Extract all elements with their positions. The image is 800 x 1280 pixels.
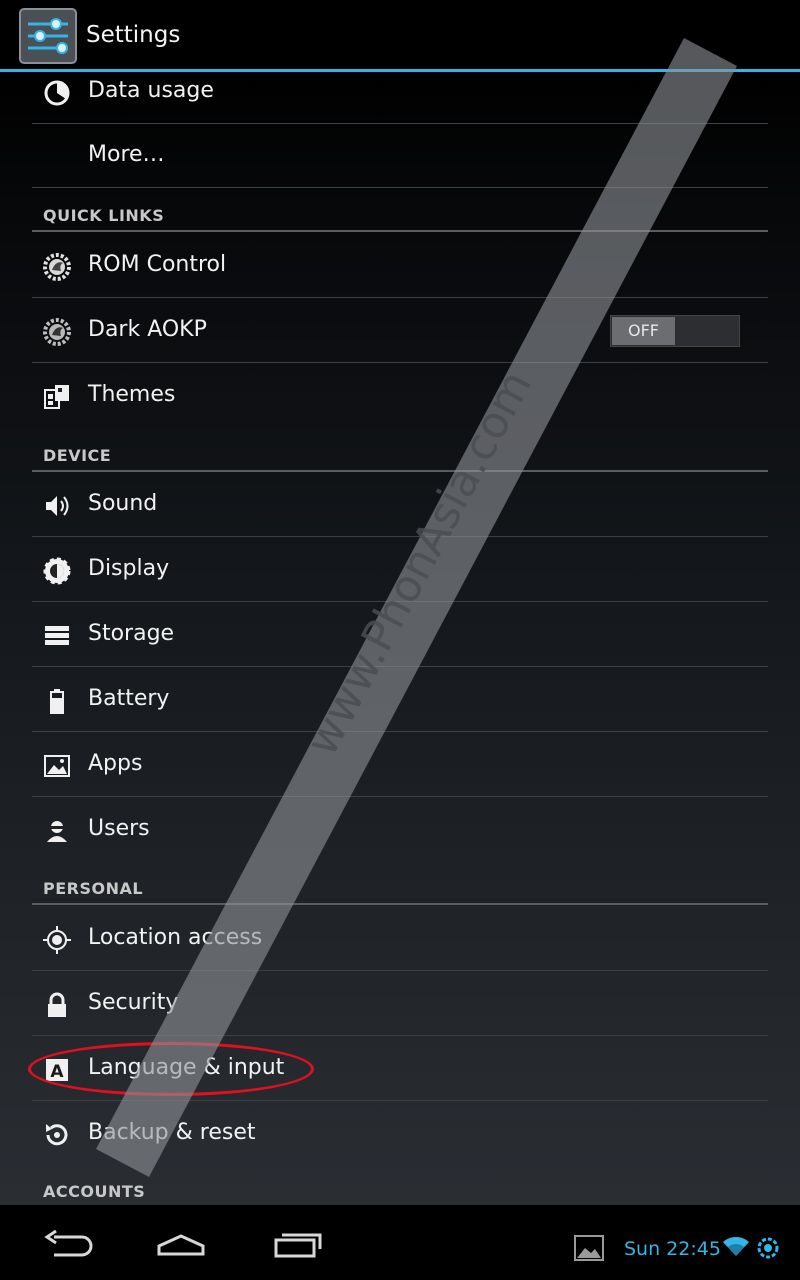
settings-item-sound[interactable]: Sound bbox=[32, 473, 768, 537]
keyboard-a-icon: A bbox=[42, 1055, 72, 1085]
settings-item-data-usage[interactable]: Data usage bbox=[32, 72, 768, 124]
settings-item-label: Data usage bbox=[88, 78, 214, 103]
home-icon bbox=[157, 1234, 205, 1256]
screenshot-notification-icon[interactable] bbox=[574, 1234, 604, 1262]
settings-item-themes[interactable]: Themes bbox=[32, 364, 768, 428]
settings-item-storage[interactable]: Storage bbox=[32, 603, 768, 667]
back-button[interactable] bbox=[32, 1223, 102, 1263]
aokp-gear-icon bbox=[42, 317, 72, 347]
settings-item-label: More… bbox=[88, 142, 165, 167]
backup-restore-icon bbox=[42, 1120, 72, 1150]
settings-item-backup-reset[interactable]: Backup & reset bbox=[32, 1102, 768, 1166]
settings-item-language-input[interactable]: A Language & input bbox=[32, 1037, 768, 1101]
lock-icon bbox=[42, 990, 72, 1020]
settings-item-label: Backup & reset bbox=[88, 1120, 256, 1145]
settings-item-battery[interactable]: Battery bbox=[32, 668, 768, 732]
apps-icon bbox=[42, 751, 72, 781]
data-usage-icon bbox=[42, 78, 72, 108]
settings-item-security[interactable]: Security bbox=[32, 972, 768, 1036]
brightness-icon bbox=[42, 556, 72, 586]
settings-item-label: Sound bbox=[88, 491, 158, 516]
themes-icon bbox=[42, 382, 72, 412]
settings-item-apps[interactable]: Apps bbox=[32, 733, 768, 797]
status-clock[interactable]: Sun 22:45 bbox=[624, 1238, 721, 1260]
settings-item-label: Language & input bbox=[88, 1055, 285, 1080]
settings-item-rom-control[interactable]: ROM Control bbox=[32, 234, 768, 298]
settings-item-label: Location access bbox=[88, 925, 263, 950]
speaker-icon bbox=[42, 491, 72, 521]
wifi-icon bbox=[723, 1236, 749, 1256]
settings-item-label: Security bbox=[88, 990, 179, 1015]
location-target-icon bbox=[42, 925, 72, 955]
settings-item-label: Battery bbox=[88, 686, 170, 711]
page-title: Settings bbox=[86, 22, 181, 48]
storage-icon bbox=[42, 621, 72, 651]
recent-apps-button[interactable] bbox=[262, 1223, 332, 1263]
settings-item-users[interactable]: Users bbox=[32, 798, 768, 862]
toggle-state-label: OFF bbox=[612, 317, 675, 345]
section-header-quick-links: QUICK LINKS bbox=[32, 196, 768, 232]
settings-item-label: Apps bbox=[88, 751, 143, 776]
user-icon bbox=[42, 816, 72, 846]
settings-item-label: Dark AOKP bbox=[88, 317, 207, 342]
back-arrow-icon bbox=[44, 1229, 93, 1257]
settings-list[interactable]: Data usage More… QUICK LINKS ROM Control… bbox=[0, 72, 800, 1205]
settings-item-more[interactable]: More… bbox=[32, 124, 768, 188]
settings-item-label: Themes bbox=[88, 382, 176, 407]
settings-app-icon[interactable] bbox=[18, 7, 78, 65]
dark-aokp-toggle[interactable]: OFF bbox=[610, 315, 740, 347]
settings-item-label: Display bbox=[88, 556, 170, 581]
settings-item-label: Storage bbox=[88, 621, 175, 646]
battery-icon bbox=[42, 686, 72, 716]
svg-text:A: A bbox=[50, 1062, 64, 1082]
section-header-device: DEVICE bbox=[32, 436, 768, 472]
section-header-personal: PERSONAL bbox=[32, 869, 768, 905]
action-bar: Settings bbox=[0, 0, 800, 72]
settings-item-display[interactable]: Display bbox=[32, 538, 768, 602]
settings-item-label: Users bbox=[88, 816, 150, 841]
settings-item-location-access[interactable]: Location access bbox=[32, 907, 768, 971]
settings-item-dark-aokp[interactable]: Dark AOKP OFF bbox=[32, 299, 768, 363]
section-header-accounts: ACCOUNTS bbox=[43, 1182, 146, 1201]
settings-item-label: ROM Control bbox=[88, 252, 227, 277]
sync-icon bbox=[757, 1237, 779, 1259]
home-button[interactable] bbox=[146, 1223, 216, 1263]
aokp-gear-icon bbox=[42, 252, 72, 282]
recent-apps-icon bbox=[274, 1233, 322, 1258]
